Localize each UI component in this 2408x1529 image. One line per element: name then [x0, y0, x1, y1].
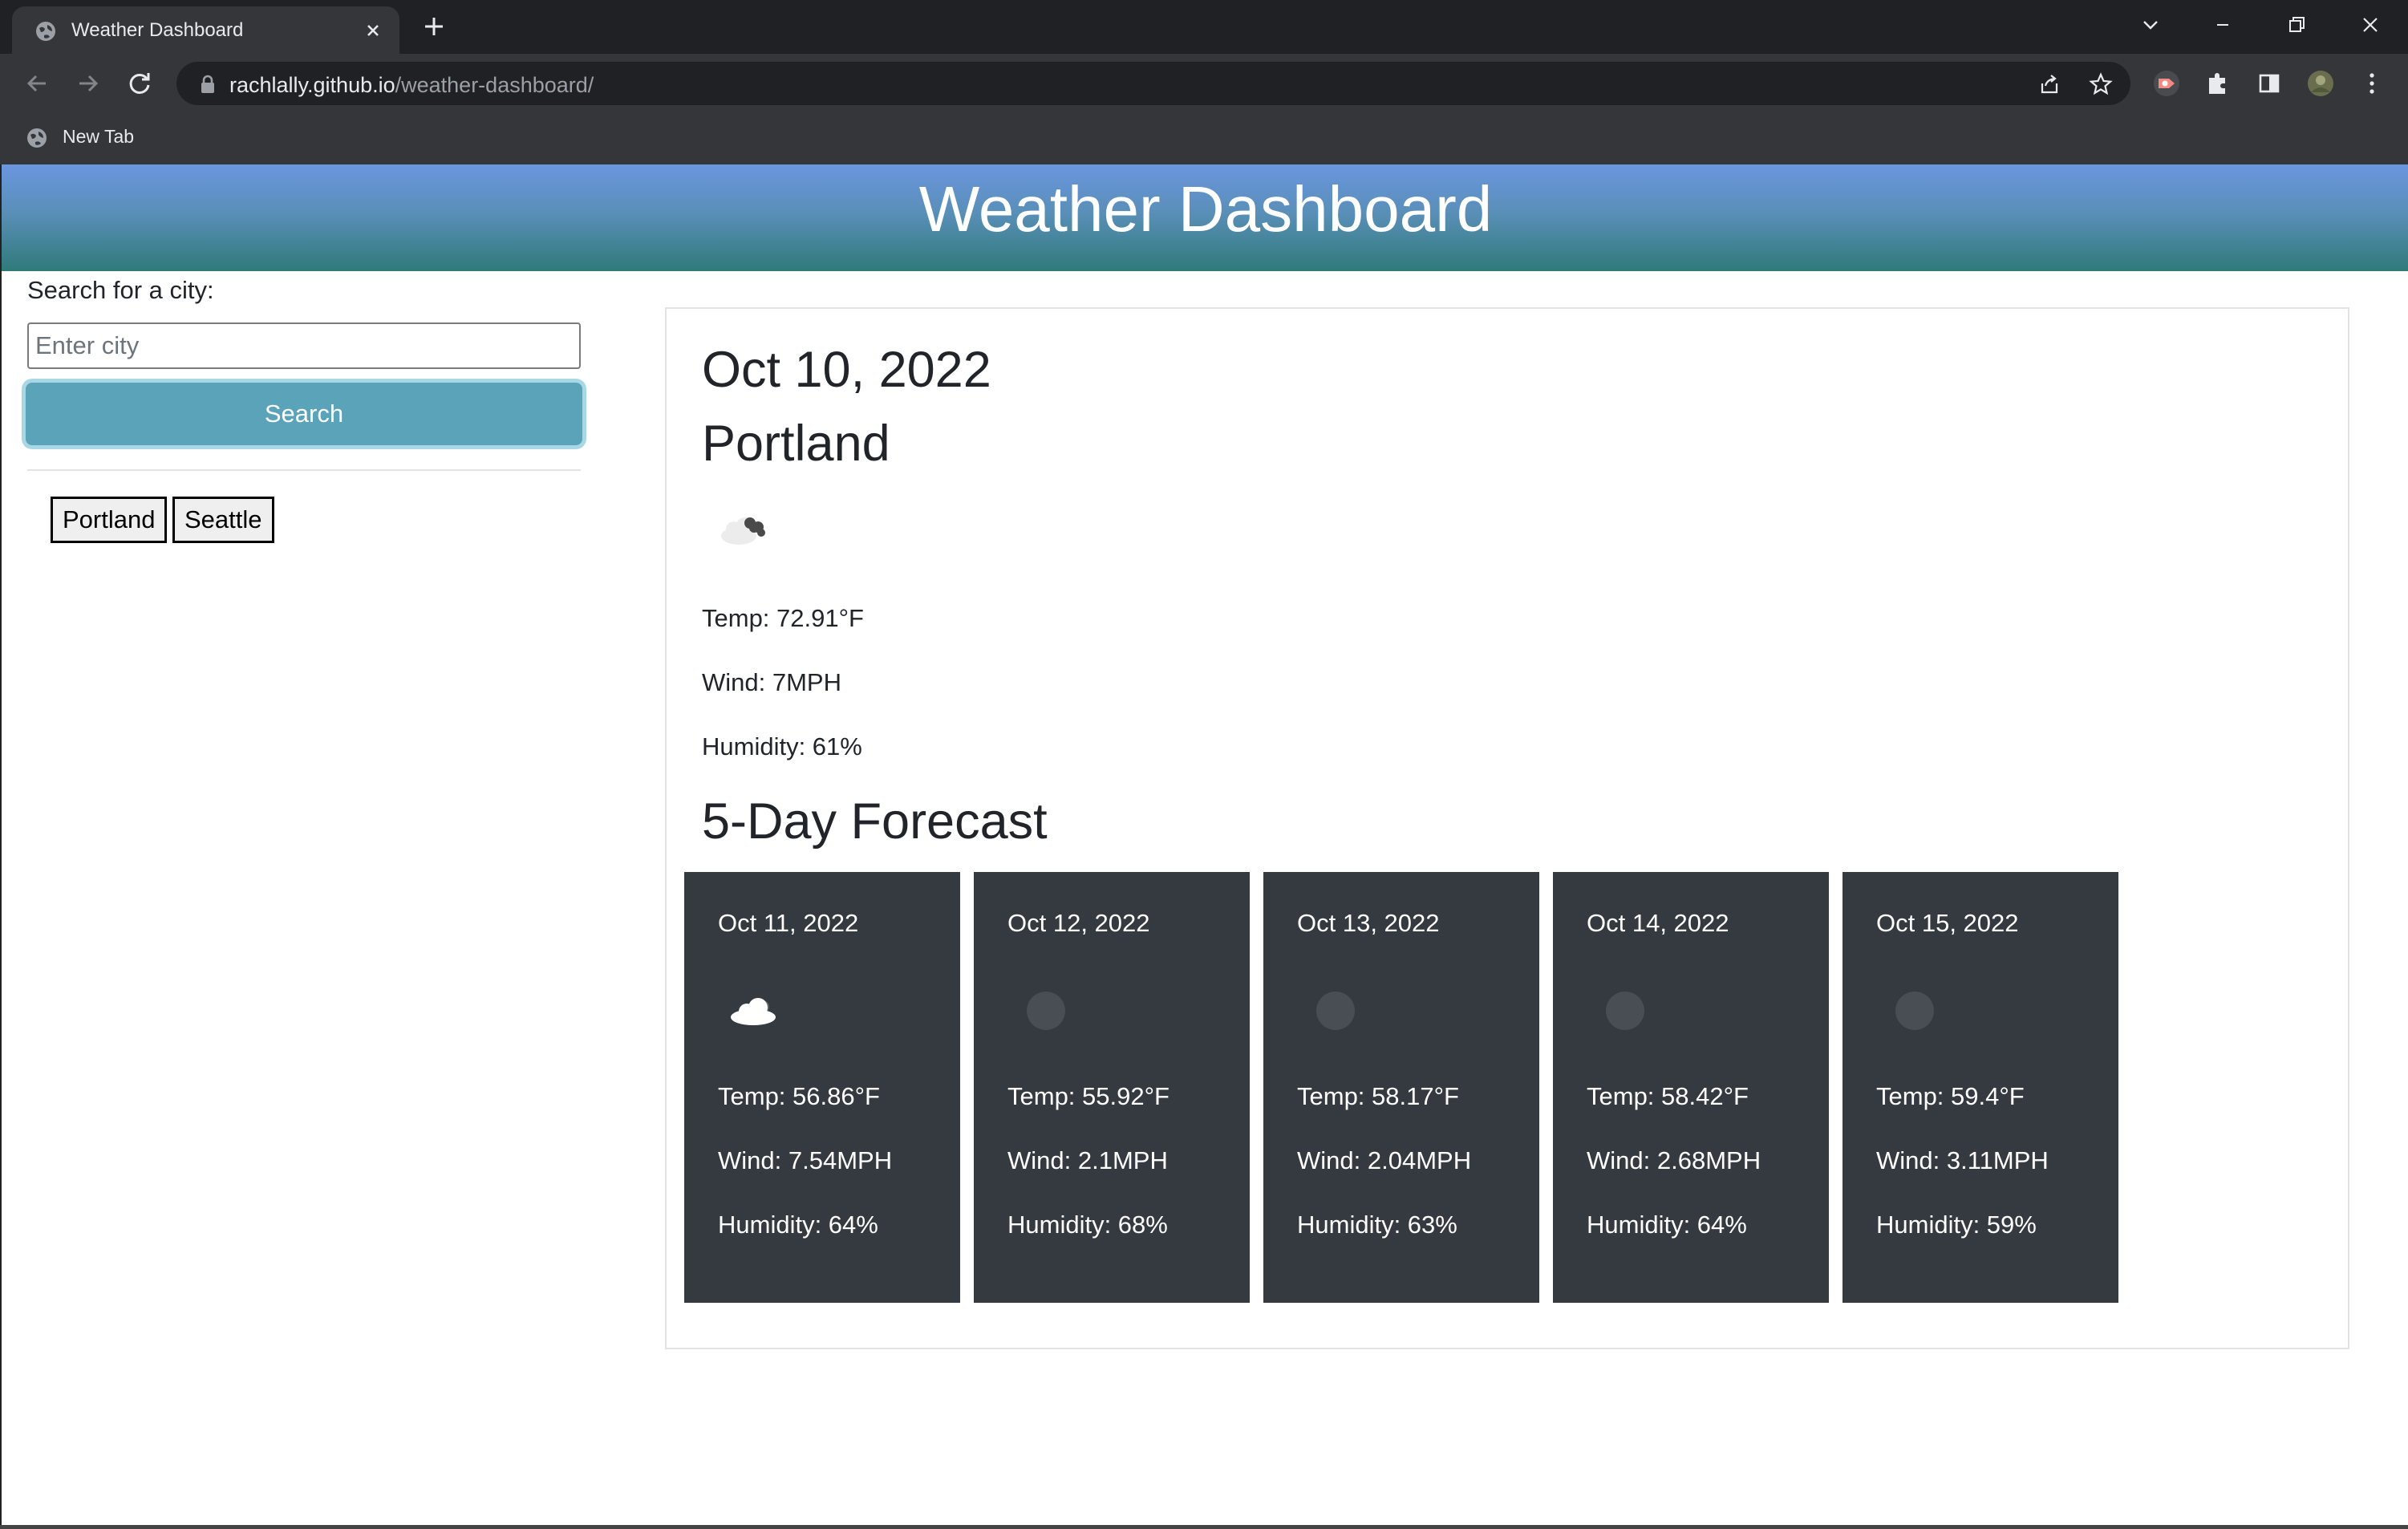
- forecast-humidity: Humidity: 64%: [718, 1211, 878, 1239]
- forecast-date: Oct 12, 2022: [1007, 909, 1150, 937]
- forecast-wind: Wind: 2.1MPH: [1007, 1146, 1168, 1174]
- search-button[interactable]: Search: [26, 383, 582, 445]
- search-label: Search for a city:: [27, 276, 214, 304]
- clear-icon: [1027, 992, 1065, 1030]
- forecast-temp: Temp: 58.17°F: [1297, 1082, 1459, 1110]
- forecast-humidity: Humidity: 59%: [1876, 1211, 2037, 1239]
- minimize-icon[interactable]: [2209, 11, 2236, 39]
- browser-tab[interactable]: Weather Dashboard: [12, 6, 399, 54]
- clear-icon: [1895, 992, 1934, 1030]
- side-panel-icon[interactable]: [2254, 68, 2284, 99]
- clear-icon: [1316, 992, 1355, 1030]
- new-tab-icon[interactable]: [420, 13, 448, 40]
- forward-arrow-icon[interactable]: [73, 68, 103, 99]
- restore-icon[interactable]: [2283, 11, 2310, 39]
- back-arrow-icon[interactable]: [22, 68, 52, 99]
- forecast-temp: Temp: 58.42°F: [1587, 1082, 1749, 1110]
- bookmark-star-icon[interactable]: [2089, 72, 2113, 96]
- bookmark-new-tab[interactable]: New Tab: [63, 126, 134, 148]
- forecast-title: 5-Day Forecast: [702, 793, 1048, 850]
- city-search-input[interactable]: [27, 322, 581, 369]
- forecast-date: Oct 13, 2022: [1297, 909, 1440, 937]
- avatar[interactable]: [2305, 68, 2336, 99]
- lock-icon[interactable]: [199, 75, 217, 94]
- page-header: Weather Dashboard: [2, 164, 2408, 271]
- current-humidity: Humidity: 61%: [702, 732, 862, 760]
- history-button-seattle[interactable]: Seattle: [172, 497, 274, 543]
- forecast-card: Oct 11, 2022 Temp: 56.86°F Wind: 7.54MPH…: [684, 872, 960, 1303]
- browser-tab-bar: Weather Dashboard: [0, 0, 2408, 54]
- globe-icon: [36, 22, 55, 41]
- forecast-humidity: Humidity: 64%: [1587, 1211, 1747, 1239]
- url-text: rachlally.github.io/weather-dashboard/: [229, 73, 594, 98]
- close-icon[interactable]: [362, 19, 384, 42]
- forecast-date: Oct 14, 2022: [1587, 909, 1729, 937]
- forecast-humidity: Humidity: 63%: [1297, 1211, 1457, 1239]
- divider: [27, 469, 581, 471]
- cloud-icon: [731, 998, 776, 1025]
- forecast-date: Oct 15, 2022: [1876, 909, 2019, 937]
- clear-icon: [1606, 992, 1644, 1030]
- tab-title: Weather Dashboard: [71, 19, 244, 41]
- history-button-portland[interactable]: Portland: [51, 497, 168, 543]
- window-close-icon[interactable]: [2357, 11, 2384, 39]
- forecast-wind: Wind: 2.68MPH: [1587, 1146, 1761, 1174]
- forecast-temp: Temp: 59.4°F: [1876, 1082, 2025, 1110]
- reload-icon[interactable]: [124, 68, 155, 99]
- globe-icon: [27, 128, 47, 148]
- page-bottom-edge: [0, 1525, 2408, 1529]
- more-menu-icon[interactable]: [2357, 68, 2387, 99]
- forecast-date: Oct 11, 2022: [718, 909, 859, 937]
- forecast-humidity: Humidity: 68%: [1007, 1211, 1168, 1239]
- forecast-card: Oct 13, 2022 Temp: 58.17°F Wind: 2.04MPH…: [1263, 872, 1539, 1303]
- puzzle-icon[interactable]: [2203, 68, 2233, 99]
- partly-cloudy-icon: [721, 517, 765, 545]
- url-host: rachlally.github.io: [229, 73, 395, 97]
- page: Weather Dashboard Search for a city: Sea…: [0, 164, 2408, 1529]
- forecast-card: Oct 12, 2022 Temp: 55.92°F Wind: 2.1MPH …: [974, 872, 1250, 1303]
- url-path: /weather-dashboard/: [395, 73, 594, 97]
- share-icon[interactable]: [2037, 72, 2061, 96]
- bookmarks-bar: New Tab: [0, 113, 2408, 164]
- forecast-wind: Wind: 7.54MPH: [718, 1146, 893, 1174]
- current-temp: Temp: 72.91°F: [702, 604, 864, 632]
- forecast-wind: Wind: 3.11MPH: [1876, 1146, 2049, 1174]
- forecast-temp: Temp: 55.92°F: [1007, 1082, 1170, 1110]
- current-date: Oct 10, 2022: [702, 342, 991, 398]
- current-weather-panel: Oct 10, 2022 Portland Temp: 72.91°F Wind…: [665, 307, 2349, 1349]
- browser-toolbar: rachlally.github.io/weather-dashboard/: [0, 54, 2408, 113]
- forecast-wind: Wind: 2.04MPH: [1297, 1146, 1472, 1174]
- forecast-temp: Temp: 56.86°F: [718, 1082, 880, 1110]
- forecast-card: Oct 15, 2022 Temp: 59.4°F Wind: 3.11MPH …: [1842, 872, 2118, 1303]
- current-city: Portland: [702, 416, 890, 472]
- extension-record-icon[interactable]: [2151, 68, 2182, 99]
- address-bar[interactable]: rachlally.github.io/weather-dashboard/: [176, 62, 2130, 105]
- forecast-card: Oct 14, 2022 Temp: 58.42°F Wind: 2.68MPH…: [1553, 872, 1829, 1303]
- tab-search-chevron-icon[interactable]: [2137, 11, 2164, 39]
- current-wind: Wind: 7MPH: [702, 668, 841, 696]
- page-title: Weather Dashboard: [918, 173, 1493, 245]
